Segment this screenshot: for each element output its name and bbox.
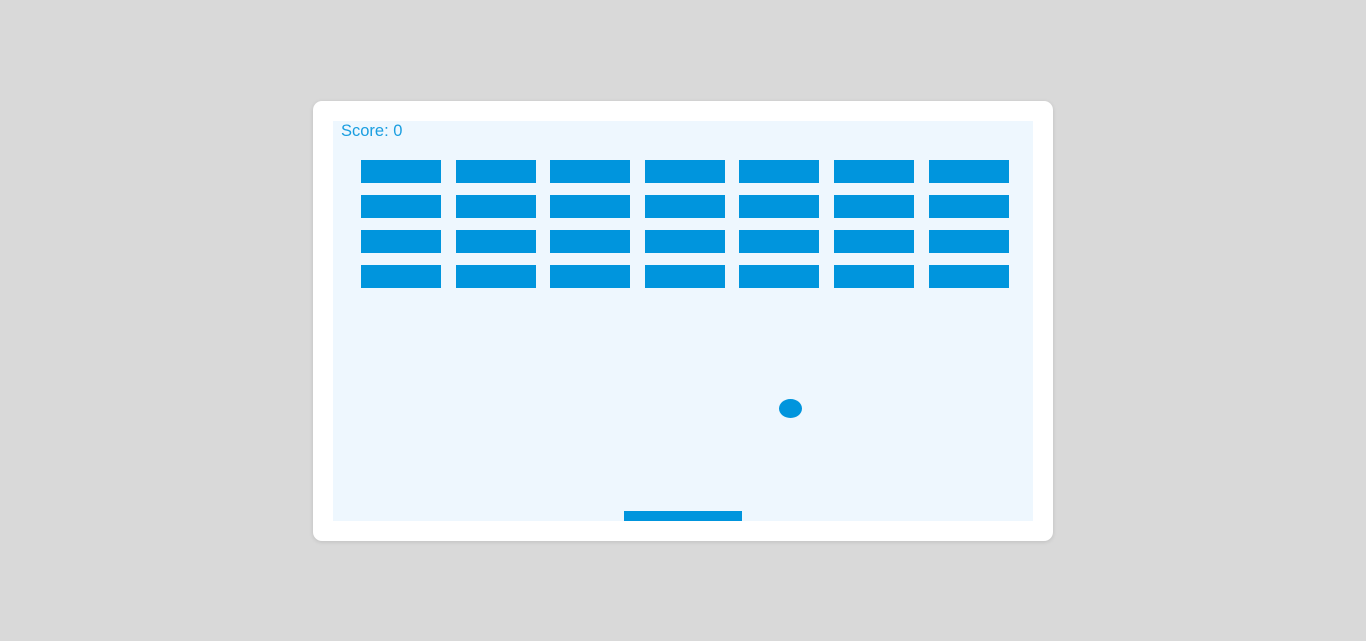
brick [739, 195, 820, 218]
brick [455, 195, 536, 218]
brick [928, 265, 1009, 288]
brick [644, 265, 725, 288]
game-container: Score: 0 [313, 101, 1053, 541]
brick [928, 230, 1009, 253]
brick [928, 195, 1009, 218]
brick [550, 195, 631, 218]
brick [928, 160, 1009, 183]
brick [361, 230, 441, 253]
ball [779, 399, 802, 418]
brick [455, 265, 536, 288]
brick [834, 195, 914, 218]
brick [455, 160, 536, 183]
score-display: Score: 0 [341, 122, 403, 140]
brick [834, 265, 914, 288]
brick [550, 265, 631, 288]
brick [361, 195, 441, 218]
game-canvas[interactable]: Score: 0 [333, 121, 1033, 521]
brick [361, 160, 441, 183]
brick [834, 230, 914, 253]
brick [361, 265, 441, 288]
brick [644, 160, 725, 183]
brick [644, 230, 725, 253]
brick [739, 230, 820, 253]
brick [550, 160, 631, 183]
paddle[interactable] [624, 511, 742, 521]
brick [455, 230, 536, 253]
brick [739, 265, 820, 288]
brick [644, 195, 725, 218]
brick [550, 230, 631, 253]
brick [739, 160, 820, 183]
brick [834, 160, 914, 183]
